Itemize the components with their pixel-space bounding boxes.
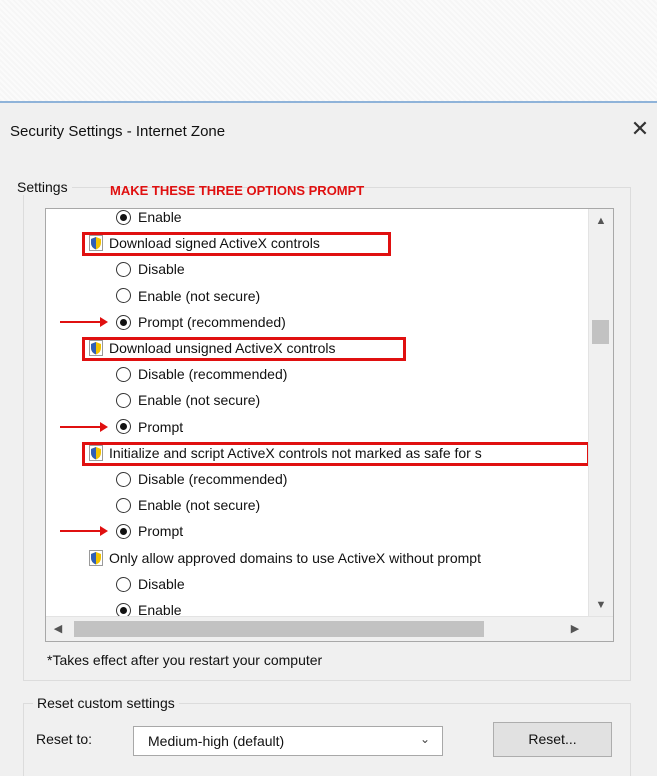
radio-option-label: Prompt (recommended) bbox=[138, 313, 286, 330]
arrow-right-icon bbox=[60, 526, 108, 537]
radio-unchecked-icon[interactable] bbox=[116, 471, 131, 487]
radio-option[interactable]: Prompt bbox=[116, 518, 183, 544]
radio-unchecked-icon[interactable] bbox=[116, 393, 131, 409]
dialog-title: Security Settings - Internet Zone bbox=[10, 123, 226, 140]
radio-option[interactable]: Prompt (recommended) bbox=[116, 309, 286, 335]
shield-icon bbox=[89, 549, 103, 566]
reset-button[interactable]: Reset... bbox=[493, 722, 612, 757]
close-button[interactable]: ✕ bbox=[628, 115, 652, 143]
radio-option-label: Enable bbox=[138, 209, 182, 225]
radio-option[interactable]: Enable (not secure) bbox=[116, 387, 260, 413]
chevron-down-icon: ⌄ bbox=[419, 732, 430, 746]
instruction-annotation: MAKE THESE THREE OPTIONS PROMPT bbox=[110, 183, 365, 198]
highlight-box bbox=[82, 441, 588, 466]
reset-level-value: Medium-high (default) bbox=[148, 733, 285, 749]
reset-level-dropdown[interactable]: Medium-high (default) ⌄ bbox=[133, 726, 443, 756]
radio-option[interactable]: Disable (recommended) bbox=[116, 466, 287, 492]
radio-option[interactable]: Enable bbox=[116, 209, 182, 230]
radio-option-label: Prompt bbox=[138, 523, 184, 540]
setting-category-label: Only allow approved domains to use Activ… bbox=[109, 549, 481, 566]
scroll-up-button[interactable]: ▲ bbox=[589, 209, 613, 233]
radio-checked-icon[interactable] bbox=[116, 314, 131, 330]
scroll-down-button[interactable]: ▼ bbox=[589, 593, 613, 617]
radio-option-label: Disable bbox=[138, 575, 185, 592]
radio-option-label: Enable (not secure) bbox=[138, 392, 261, 409]
radio-option[interactable]: Prompt bbox=[116, 414, 183, 440]
radio-checked-icon[interactable] bbox=[116, 524, 131, 540]
radio-unchecked-icon[interactable] bbox=[116, 497, 131, 513]
radio-option-label: Enable (not secure) bbox=[138, 497, 261, 514]
radio-option-label: Prompt bbox=[138, 418, 184, 435]
radio-unchecked-icon[interactable] bbox=[116, 576, 131, 592]
radio-option-label: Disable bbox=[138, 261, 185, 278]
scroll-left-button[interactable]: ◀ bbox=[46, 617, 70, 641]
radio-checked-icon[interactable] bbox=[116, 419, 131, 435]
vertical-scrollbar[interactable]: ▲ ▼ bbox=[588, 209, 613, 617]
radio-unchecked-icon[interactable] bbox=[116, 262, 131, 278]
radio-option[interactable]: Enable (not secure) bbox=[116, 492, 260, 518]
radio-option[interactable]: Disable bbox=[116, 571, 185, 597]
radio-option-label: Enable (not secure) bbox=[138, 287, 261, 304]
radio-option[interactable]: Enable (not secure) bbox=[116, 283, 260, 309]
setting-category: Only allow approved domains to use Activ… bbox=[89, 545, 481, 571]
arrow-right-icon bbox=[60, 421, 108, 432]
horizontal-scrollbar[interactable]: ◀ ▶ bbox=[46, 616, 613, 641]
security-settings-dialog: Security Settings - Internet Zone ✕ Sett… bbox=[0, 101, 657, 776]
radio-option[interactable]: Enable bbox=[116, 597, 182, 617]
radio-option-label: Enable bbox=[138, 602, 182, 617]
reset-group-label: Reset custom settings bbox=[33, 695, 179, 711]
settings-group-label: Settings bbox=[13, 179, 72, 195]
settings-list-content: Enable Download signed ActiveX controls Di… bbox=[46, 209, 588, 617]
radio-option-label: Disable (recommended) bbox=[138, 471, 288, 487]
radio-checked-icon[interactable] bbox=[116, 209, 131, 225]
vertical-scroll-thumb[interactable] bbox=[592, 320, 609, 344]
radio-unchecked-icon[interactable] bbox=[116, 288, 131, 304]
restart-footnote: *Takes effect after you restart your com… bbox=[47, 652, 323, 668]
background-strip bbox=[0, 0, 657, 101]
highlight-box bbox=[82, 232, 391, 257]
arrow-right-icon bbox=[60, 316, 108, 327]
settings-list[interactable]: Enable Download signed ActiveX controls Di… bbox=[45, 208, 614, 642]
scroll-right-button[interactable]: ▶ bbox=[563, 617, 587, 641]
horizontal-scroll-thumb[interactable] bbox=[74, 621, 484, 637]
radio-checked-icon[interactable] bbox=[116, 602, 131, 617]
reset-to-label: Reset to: bbox=[36, 731, 93, 747]
radio-option-label: Disable (recommended) bbox=[138, 366, 288, 383]
radio-unchecked-icon[interactable] bbox=[116, 366, 131, 382]
highlight-box bbox=[82, 337, 406, 361]
radio-option[interactable]: Disable bbox=[116, 256, 185, 282]
radio-option[interactable]: Disable (recommended) bbox=[116, 361, 287, 387]
